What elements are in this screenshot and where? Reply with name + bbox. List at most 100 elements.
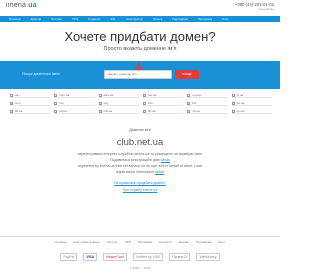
zone-label: com.ua [59,93,70,97]
footer-link[interactable]: Партнерам [196,240,212,244]
hero-title: Хочете придбати домен? [64,29,216,44]
nav-item[interactable]: Пошта [148,17,167,21]
checkbox[interactable] [231,109,235,113]
how-to-buy-link[interactable]: Як правильно придбати домен? [0,181,280,185]
zone-label: com [15,101,21,105]
phone-subtitle: цілодобово [258,7,274,11]
domain-info-label: Доменне ім'я [129,128,151,132]
whois-link[interactable]: whois [161,158,170,162]
checkbox[interactable] [187,93,191,97]
footer-link[interactable]: Контакти [159,240,171,244]
checkbox[interactable] [98,101,102,105]
footer-link[interactable]: Договір [179,240,189,244]
info-line: Подивитися реєстраційні дані whois [0,157,280,163]
payment-logos: PayPal VISA MasterCard Verified by VISA … [0,253,280,261]
zone-option[interactable]: com [10,101,51,106]
hero-subtitle: Просто вкажіть доменне ім'я [103,46,177,52]
domain-search-input[interactable] [104,70,172,79]
zone-label: org.ua [192,93,201,97]
zone-label: net.ua [147,93,157,97]
zone-option[interactable]: zp.ua [187,109,228,114]
mastercard-logo: MasterCard [103,253,127,261]
footer-link[interactable]: Головна [55,240,66,244]
zone-option[interactable]: in.ua [231,93,272,98]
zone-option[interactable]: info [142,101,184,106]
checkbox[interactable] [10,109,13,113]
paypal-logo: PayPal [60,253,78,261]
nav-item[interactable]: Домени [25,17,46,21]
checkbox[interactable] [10,93,13,97]
header: imena.ua +380 (44) 201-01-02 цілодобово [0,0,280,14]
zone-option[interactable]: dp.ua [142,109,184,114]
zone-label: co.ua [236,109,244,113]
visa-logo: VISA [83,253,98,261]
verified-by-visa-logo: Verified by VISA [132,253,164,261]
search-button[interactable]: пошук [175,70,199,79]
registrant-info: registered by imena.ua Internet service … [0,164,280,175]
checkbox[interactable] [54,109,58,113]
footer-link[interactable]: Хостинг [107,240,118,244]
nav-item[interactable]: Хостинг [46,17,67,21]
nav-item[interactable]: SSL [105,17,121,21]
main-nav: Головна Домени Хостинг VPS Сервери SSL К… [0,16,280,22]
zone-option[interactable]: org [98,101,139,106]
checkbox[interactable] [54,93,58,97]
privat24-logo: Приват24 [169,253,191,261]
domain-zone-grid: ua com.ua kiev.ua net.ua org.ua in.ua co… [10,93,272,114]
checkbox[interactable] [231,101,235,105]
footer-link[interactable]: Реєстрація домену [73,240,99,244]
nav-item[interactable]: Партнерам [167,17,193,21]
checkbox[interactable] [54,101,58,105]
footer-nav: Головна Реєстрація домену Хостинг VPS Пі… [0,240,280,244]
zone-label: kh.ua [15,109,23,113]
about-service-link[interactable]: Про службу imena.ua [0,188,280,192]
zone-option[interactable]: lviv.ua [98,109,139,114]
zone-option[interactable]: kiev.ua [98,93,139,98]
zone-option[interactable]: com.ua [54,93,95,98]
zone-label: org [103,101,108,105]
zone-label: in.ua [236,93,244,97]
zone-label: zp.ua [192,109,200,113]
logo[interactable]: imena.ua [6,2,37,9]
zone-option[interactable]: net.ua [142,93,184,98]
checkbox[interactable] [98,93,102,97]
logo-main: imena [6,2,27,9]
zone-option[interactable]: org.ua [187,93,228,98]
nav-item[interactable]: Сервери [83,17,105,21]
zone-option[interactable]: kh.ua [10,109,51,114]
footer-link[interactable]: Підтримка [138,240,152,244]
checkbox[interactable] [231,93,235,97]
footer-link[interactable]: Блог [219,240,225,244]
nav-item[interactable]: VPS [67,17,83,21]
zone-label: info [147,101,153,105]
zone-option[interactable]: net [54,101,95,106]
zone-label: pp.ua [236,101,245,105]
search-label: Пошук доменного імені [22,72,60,76]
zone-label: dp.ua [147,109,156,113]
zone-option[interactable]: co.ua [231,109,272,114]
checkbox[interactable] [142,93,146,97]
checkbox[interactable] [142,101,146,105]
zone-label: net [59,101,64,105]
phone-block: +380 (44) 201-01-02 цілодобово [235,2,274,12]
checkbox[interactable] [187,109,191,113]
nav-item[interactable]: Підтримка [193,17,217,21]
checkbox[interactable] [142,109,146,113]
nav-item[interactable]: Блог [217,17,233,21]
nav-item[interactable]: Конструктор [121,17,148,21]
footer-link[interactable]: VPS [125,240,131,244]
webmoney-logo: WebMoney [196,253,220,261]
zone-option[interactable]: od.ua [54,109,95,114]
zone-option[interactable]: pp.ua [231,101,272,106]
nav-item[interactable]: Головна [4,17,25,21]
checkbox[interactable] [10,101,13,105]
whois-link-en[interactable]: whois [155,170,164,174]
checkbox[interactable] [187,101,191,105]
copyright: © 2003 — 2022 [129,266,151,270]
footer-divider [0,236,280,237]
registrant-line: registrations information whois [0,170,280,176]
checkbox[interactable] [98,109,102,113]
domain-info-text: зареєстроване інтернет-службою imena.ua … [0,151,280,163]
zone-option[interactable]: ua [10,93,51,98]
zone-option[interactable]: biz [187,101,228,106]
